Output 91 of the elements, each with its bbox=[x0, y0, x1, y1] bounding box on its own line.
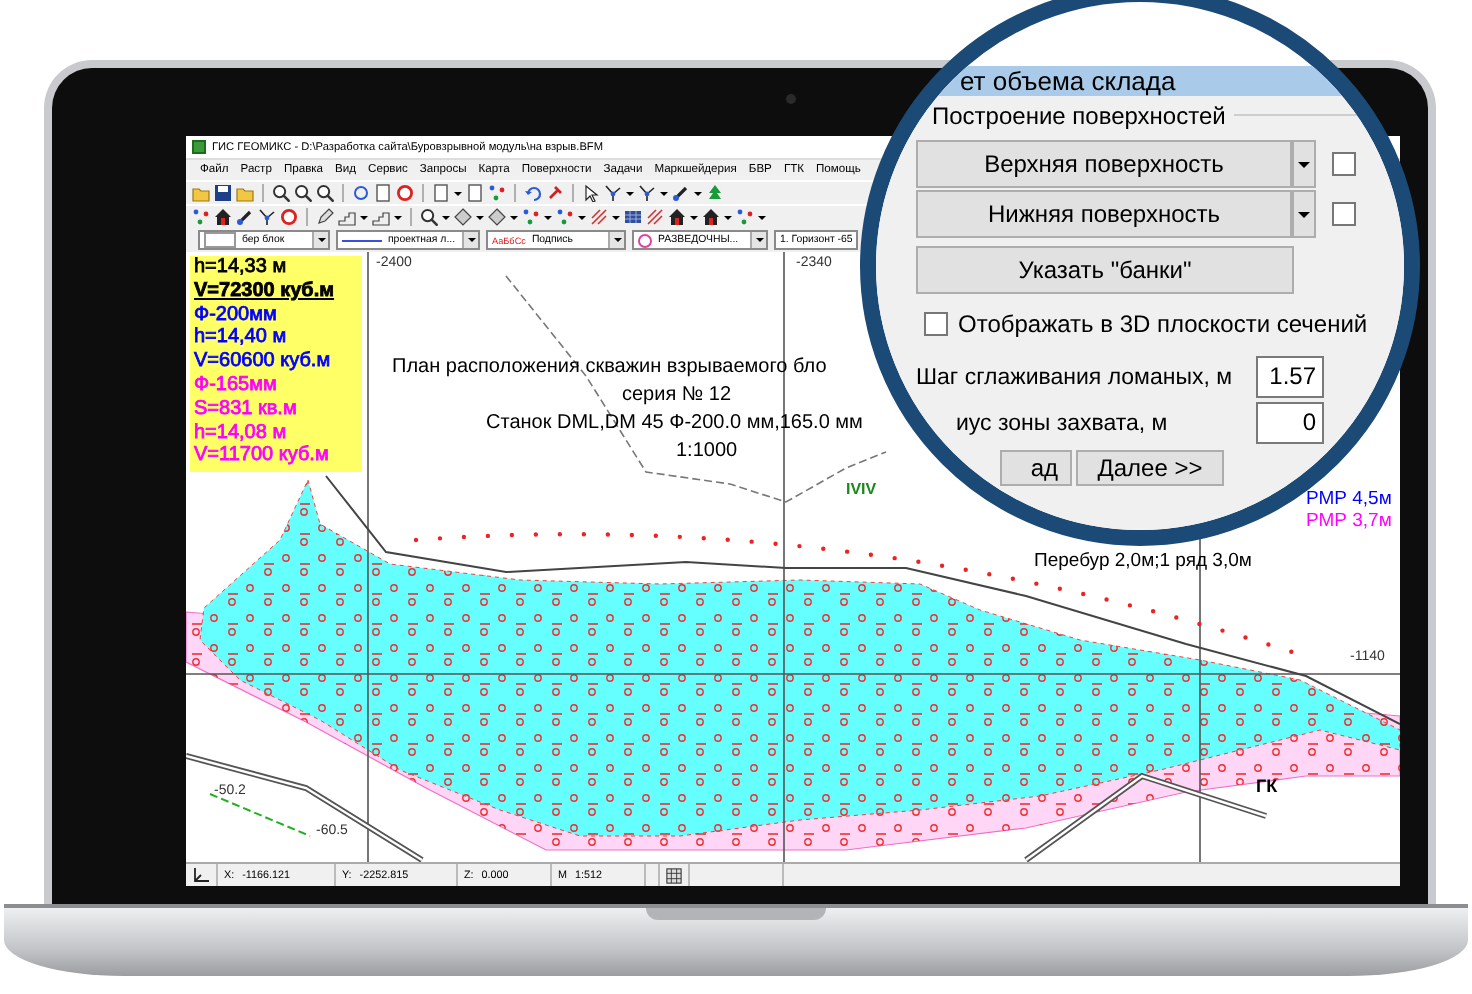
map-title-text: План расположения скважин взрываемого бло bbox=[392, 356, 827, 378]
save-icon[interactable] bbox=[214, 184, 232, 202]
dropdown-button[interactable] bbox=[1292, 190, 1316, 238]
brush-icon[interactable] bbox=[236, 208, 254, 226]
caret-icon[interactable] bbox=[467, 238, 475, 242]
caret-icon[interactable] bbox=[578, 215, 586, 219]
caret-icon[interactable] bbox=[612, 215, 620, 219]
caret-icon[interactable] bbox=[454, 191, 462, 195]
map-label: РМР 4,5м bbox=[1306, 488, 1392, 510]
caret-icon[interactable] bbox=[442, 215, 450, 219]
legend-text: Ф-200мм bbox=[194, 303, 279, 327]
surface-button[interactable]: Верхняя поверхность bbox=[916, 140, 1292, 188]
dialog-button[interactable]: ад bbox=[1000, 450, 1072, 486]
number-field[interactable]: 1.57 bbox=[1256, 356, 1324, 398]
map-title-text: 1:1000 bbox=[676, 440, 738, 462]
legend-text: h=14,08 м bbox=[194, 421, 289, 445]
color-swatch bbox=[204, 232, 236, 248]
target-icon[interactable] bbox=[396, 184, 414, 202]
checkbox[interactable] bbox=[1332, 152, 1356, 176]
points-icon[interactable] bbox=[488, 184, 506, 202]
banks-button[interactable]: Указать "банки" bbox=[916, 246, 1294, 294]
dropdown-button[interactable] bbox=[1292, 140, 1316, 188]
house-icon[interactable] bbox=[702, 208, 720, 226]
caret-icon[interactable] bbox=[724, 215, 732, 219]
surface-button[interactable]: Нижняя поверхность bbox=[916, 190, 1292, 238]
map-title-text: серия № 12 bbox=[622, 384, 732, 406]
caret-icon[interactable] bbox=[510, 215, 518, 219]
contour-line bbox=[209, 793, 311, 837]
circle-symbol-icon bbox=[638, 233, 652, 247]
line-sample bbox=[342, 239, 382, 241]
map-label: РМР 3,7м bbox=[1306, 510, 1392, 532]
page-icon[interactable] bbox=[374, 184, 392, 202]
caret-icon[interactable] bbox=[758, 215, 766, 219]
number-field[interactable]: 0 bbox=[1256, 402, 1324, 444]
caret-icon[interactable] bbox=[360, 215, 368, 219]
legend-text: S=831 кв.м bbox=[194, 397, 299, 422]
field-label: иус зоны захвата, м bbox=[954, 411, 1170, 435]
dialog-title: ет объема склада bbox=[960, 66, 1176, 96]
field-label: Шаг сглаживания ломаных, м bbox=[914, 365, 1235, 389]
undo-icon[interactable] bbox=[524, 184, 542, 202]
points-icon[interactable] bbox=[192, 208, 210, 226]
node-icon[interactable] bbox=[258, 208, 276, 226]
hatch-icon[interactable] bbox=[590, 208, 608, 226]
brush-icon[interactable] bbox=[672, 184, 690, 202]
dialog-button[interactable]: Далее >> bbox=[1076, 450, 1224, 486]
map-title-text: Станок DML,DM 45 Ф-200.0 мм,165.0 мм bbox=[486, 412, 863, 434]
map-label: ГК bbox=[1256, 776, 1278, 796]
legend-text: V=72300 куб.м bbox=[194, 279, 337, 304]
magnifier-icon[interactable] bbox=[316, 184, 334, 202]
legend-text: Ф-165мм bbox=[194, 373, 279, 398]
caret-icon bbox=[1298, 211, 1310, 217]
legend-text: h=14,40 м bbox=[194, 326, 289, 351]
caret-icon[interactable] bbox=[690, 215, 698, 219]
grid-icon[interactable] bbox=[624, 208, 642, 226]
caret-icon[interactable] bbox=[660, 191, 668, 195]
map-label: IVIV bbox=[846, 480, 877, 498]
app-icon bbox=[192, 140, 206, 154]
magnifier-icon[interactable] bbox=[294, 184, 312, 202]
grid-icon[interactable] bbox=[666, 867, 682, 883]
magnifier-icon[interactable] bbox=[420, 208, 438, 226]
map-label: Перебур 2,0м;1 ряд 3,0м bbox=[1034, 550, 1252, 572]
caret-icon[interactable] bbox=[544, 215, 552, 219]
points-icon[interactable] bbox=[736, 208, 754, 226]
node-icon[interactable] bbox=[638, 184, 656, 202]
hatch-icon[interactable] bbox=[646, 208, 664, 226]
magnifier-icon[interactable] bbox=[272, 184, 290, 202]
pencil-icon[interactable] bbox=[316, 208, 334, 226]
caret-icon[interactable] bbox=[613, 238, 621, 242]
house-icon[interactable] bbox=[668, 208, 686, 226]
caret-icon bbox=[1298, 161, 1310, 167]
checkbox[interactable] bbox=[924, 312, 948, 336]
legend-text: V=60600 куб.м bbox=[194, 350, 333, 374]
group-label: Построение поверхностей bbox=[932, 101, 1226, 129]
caret-icon[interactable] bbox=[476, 215, 484, 219]
axes-icon[interactable] bbox=[192, 866, 210, 884]
caret-icon[interactable] bbox=[394, 215, 402, 219]
legend-text: V=11700 куб.м bbox=[194, 444, 331, 469]
checkbox[interactable] bbox=[1332, 202, 1356, 226]
target-icon[interactable] bbox=[280, 208, 298, 226]
cursor-icon[interactable] bbox=[582, 184, 600, 202]
house-icon[interactable] bbox=[214, 208, 232, 226]
node-icon[interactable] bbox=[604, 184, 622, 202]
points-icon[interactable] bbox=[556, 208, 574, 226]
camera-icon bbox=[786, 94, 796, 104]
caret-icon[interactable] bbox=[755, 238, 763, 242]
points-icon[interactable] bbox=[522, 208, 540, 226]
caret-icon[interactable] bbox=[317, 238, 325, 242]
option-label: Отображать в 3D плоскости сечений bbox=[958, 310, 1368, 338]
caret-icon[interactable] bbox=[694, 191, 702, 195]
legend-text: h=14,33 м bbox=[194, 256, 289, 280]
caret-icon[interactable] bbox=[626, 191, 634, 195]
